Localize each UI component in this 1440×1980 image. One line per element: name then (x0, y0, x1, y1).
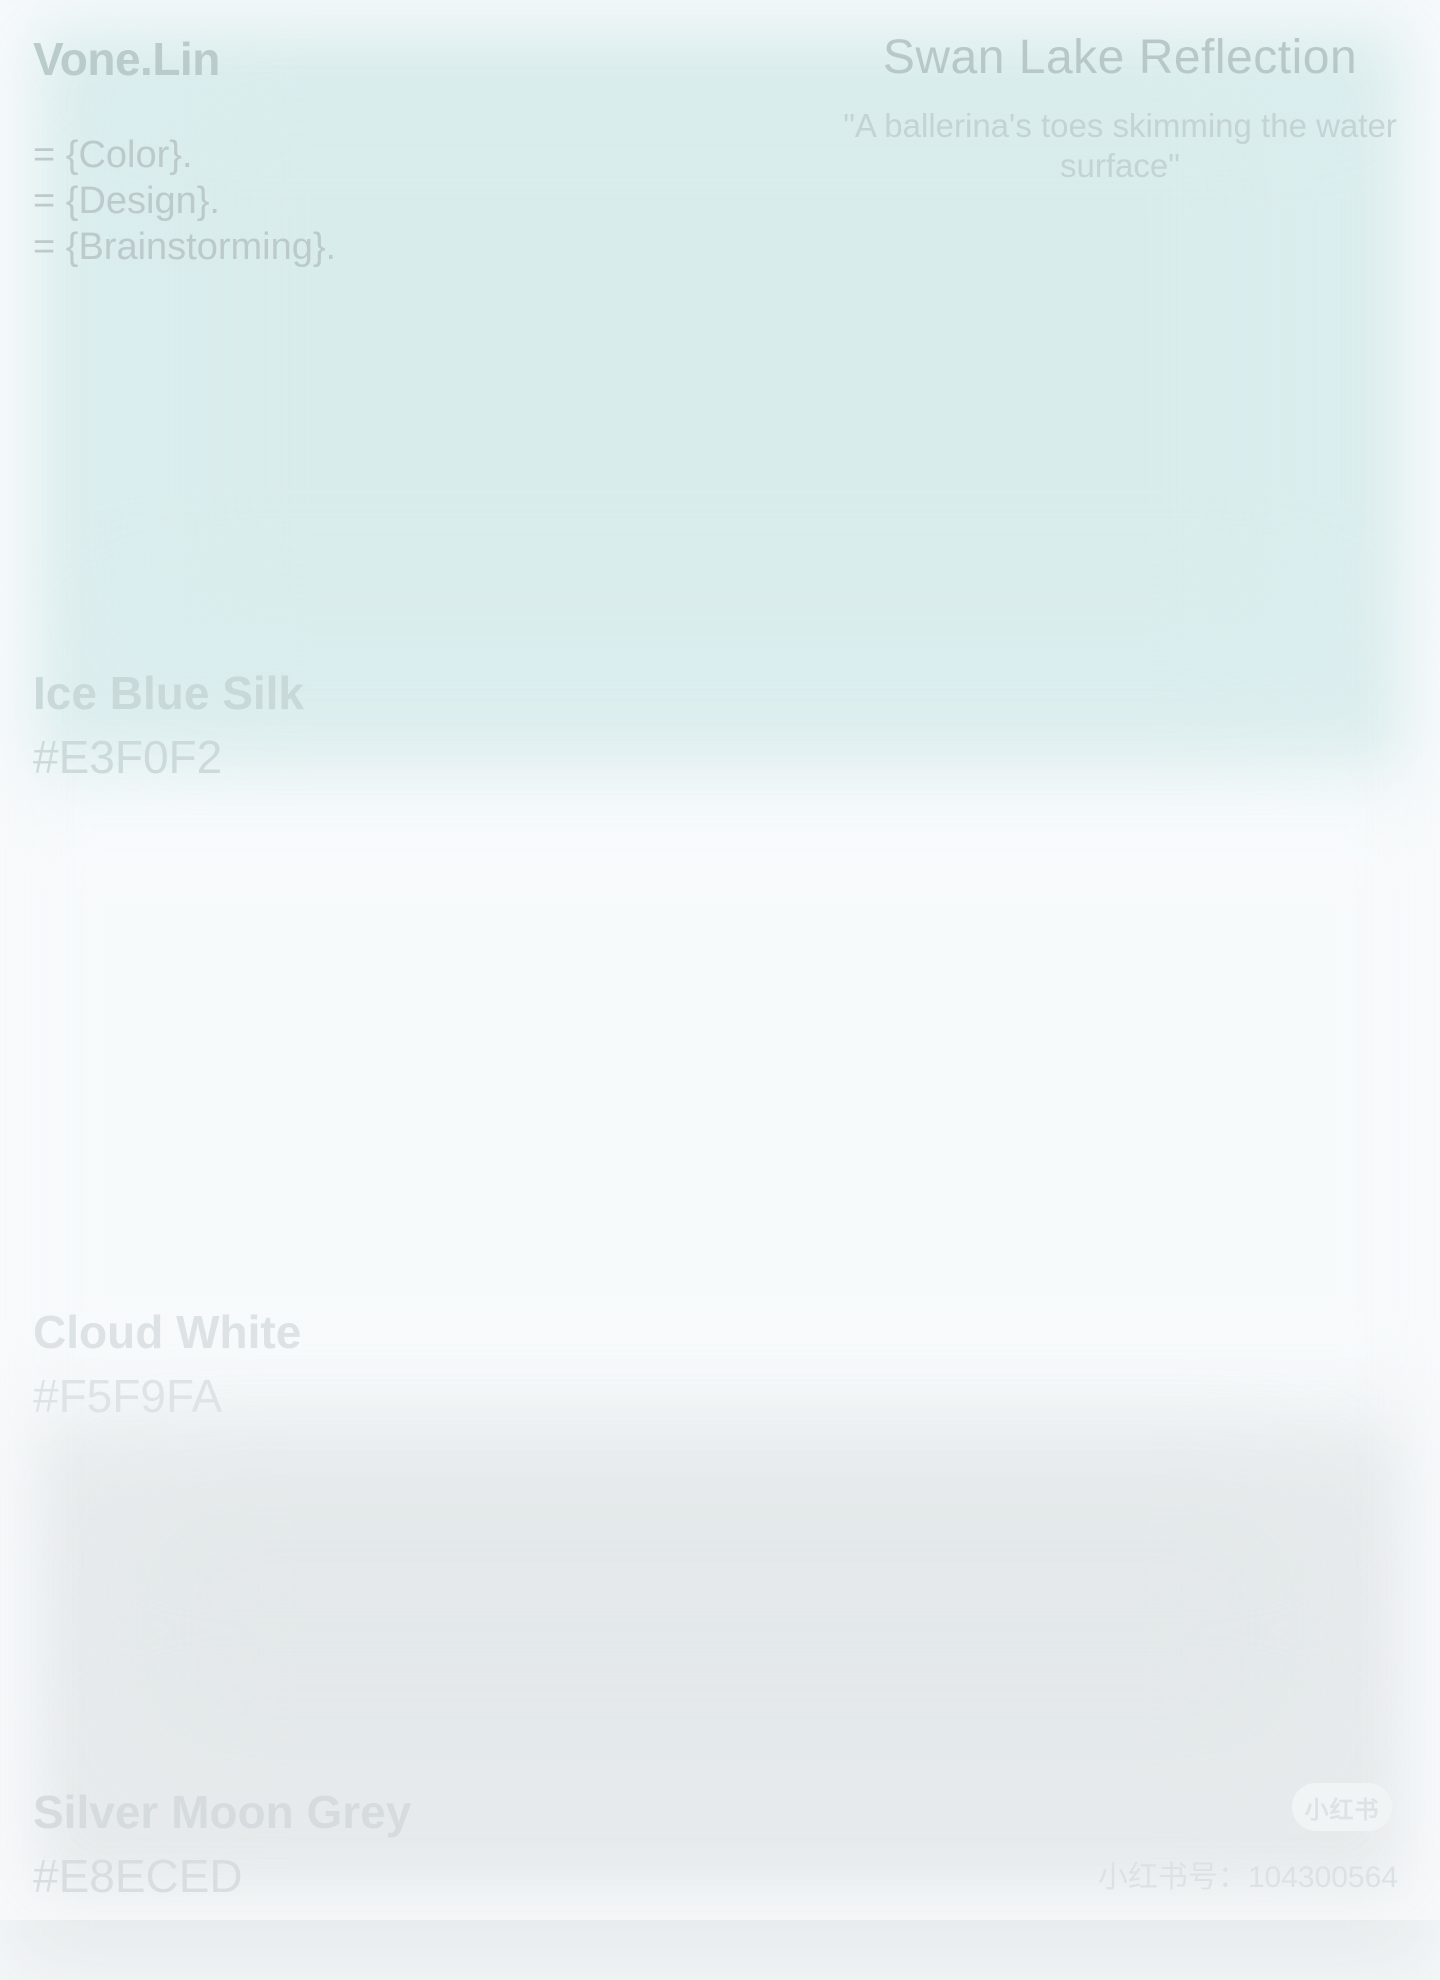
brand-title: Vone.Lin (33, 33, 220, 85)
palette-title: Swan Lake Reflection (882, 31, 1358, 84)
silver-moon-field-core (140, 1500, 1300, 1760)
swatch-hex-silver-moon-grey: #E8ECED (33, 1850, 243, 1902)
swatch-name-ice-blue-silk: Ice Blue Silk (33, 667, 305, 719)
xiaohongshu-id-watermark: 小红书号：104300564 (1097, 1861, 1398, 1894)
swatch-hex-cloud-white: #F5F9FA (33, 1370, 223, 1422)
tagline-brainstorming: = {Brainstorming}. (33, 226, 337, 268)
tagline-list: = {Color}. = {Design}. = {Brainstorming}… (33, 132, 336, 270)
swatch-name-silver-moon-grey: Silver Moon Grey (33, 1786, 412, 1838)
xiaohongshu-logo: 小红书 (1292, 1783, 1392, 1831)
swatch-hex-ice-blue-silk: #E3F0F2 (33, 731, 223, 783)
palette-subtitle: "A ballerina's toes skimming the water s… (843, 107, 1397, 184)
tagline-design: = {Design}. (33, 180, 220, 222)
tagline-color: = {Color}. (33, 134, 193, 176)
swatch-name-cloud-white: Cloud White (33, 1306, 302, 1358)
